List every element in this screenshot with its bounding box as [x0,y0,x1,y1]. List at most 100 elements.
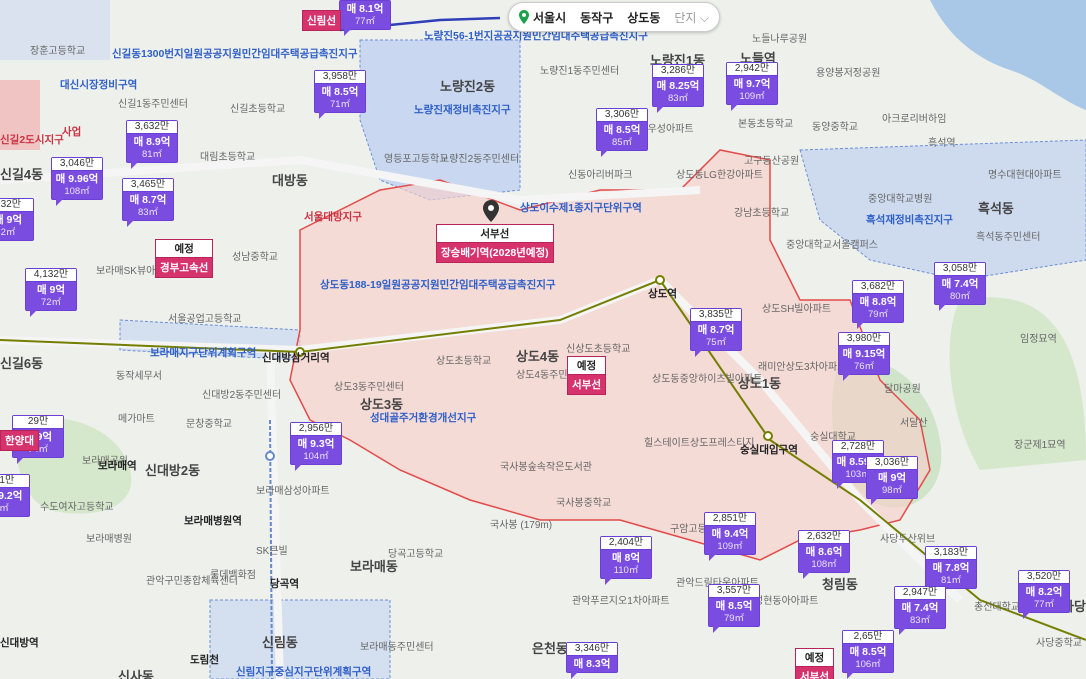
deal-price: 매 9.7억 [733,78,771,90]
unit-area: 2㎡ [0,226,16,238]
deal-price: 매 8.25억 [656,80,700,92]
transit-plan-tag[interactable]: 한양대 [0,430,39,451]
map-base-layer [0,0,1086,679]
price-marker[interactable]: 2,404만 매 8억 110㎡ [600,536,652,585]
price-marker[interactable]: 3,036만 매 9억 98㎡ [866,456,918,505]
price-per-pyeong: 2,851만 [705,513,755,526]
price-marker[interactable]: 3,046만 매 9.96억 108㎡ [51,157,103,206]
unit-area: 109㎡ [717,540,743,552]
price-marker[interactable]: 3,183만 매 7.8억 81㎡ [925,546,977,595]
price-per-pyeong: 3,958만 [315,71,365,84]
location-pin-dot [488,205,494,211]
tag-body: 서부선 [572,379,601,391]
price-marker[interactable]: 2,65만 매 8.5억 106㎡ [842,630,894,679]
unit-area: 83㎡ [667,92,689,104]
deal-price: 매 8.6억 [805,546,843,558]
price-marker[interactable]: 3,632만매 8.9억 81㎡ [126,120,178,169]
price-per-pyeong: 2,404만 [601,537,651,550]
transit-plan-tag[interactable]: 예정 서부선 [795,648,834,679]
deal-price: 매 8.5억 [849,646,887,658]
breadcrumb-complex[interactable]: 단지 ⌵ [674,9,709,26]
price-marker[interactable]: 3,835만매 8.7억 75㎡ [690,308,742,357]
unit-area: 80㎡ [949,290,971,302]
transit-plan-tag[interactable]: 예정 경부고속선 [155,239,214,278]
zone-singil2 [0,80,40,150]
station-dot-sindaebang[interactable] [295,347,305,357]
tag-body: 신림선 [307,15,336,27]
price-per-pyeong: 2,65만 [843,631,893,644]
deal-price: 매 8.8억 [859,296,897,308]
deal-price: 매 9억 [36,284,66,296]
zone-singil [0,0,110,60]
price-marker[interactable]: 2,947만매 7.4억 83㎡ [894,586,946,635]
deal-price: 매 7.4억 [941,278,979,290]
price-marker[interactable]: 4,132만 매 9억 72㎡ [25,268,77,317]
price-marker[interactable]: 2,632만 매 8.6억 108㎡ [798,530,850,579]
price-marker[interactable]: 3,980만 매 9.15억 76㎡ [838,332,890,381]
price-per-pyeong: 3,465만 [123,179,173,192]
price-marker[interactable]: 매 8.1억 77㎡ [339,0,391,36]
chevron-down-icon: ⌵ [699,10,709,25]
transit-plan-tag[interactable]: 서부선 장승배기역(2028년예정) [436,224,554,263]
unit-area: 79㎡ [723,612,745,624]
deal-price: 매 8.9억 [133,136,171,148]
han-river [930,0,1086,110]
price-per-pyeong: 3,346만 [567,643,617,656]
price-per-pyeong: 3,520만 [1019,571,1069,584]
price-per-pyeong: 3,682만 [853,281,903,294]
unit-area: 98㎡ [881,484,903,496]
price-per-pyeong: 3,286만 [653,65,703,78]
map-pin-icon [519,9,529,24]
cemetery-area [949,297,1086,470]
map-canvas[interactable]: 노량진2동노량진1동노들역대방동신길4동상도2동상도4동상도3동상도1동신대방2… [0,0,1086,679]
price-marker[interactable]: 3,520만 매 8.2억 77㎡ [1018,570,1070,619]
unit-area: 77㎡ [354,15,376,27]
price-marker[interactable]: 2,956만 매 9.3억 104㎡ [290,422,342,471]
price-per-pyeong: 2,956만 [291,423,341,436]
price-marker[interactable]: 2,942만 매 9.7억 109㎡ [726,62,778,111]
unit-area: ㎡ [0,502,9,514]
unit-area: 77㎡ [1033,598,1055,610]
price-marker[interactable]: 3,058만 매 7.4억 80㎡ [934,262,986,311]
transit-plan-tag[interactable]: 신림선 [302,10,341,31]
price-marker[interactable]: 3,557만 매 8.5억 79㎡ [708,584,760,633]
station-dot-sangdo[interactable] [655,275,665,285]
deal-price: 매 9.15억 [842,348,886,360]
price-marker[interactable]: 2,851만 매 9.4억 109㎡ [704,512,756,561]
breadcrumb-dong[interactable]: 상도동 [627,9,660,26]
price-per-pyeong: 2,632만 [799,531,849,544]
deal-price: 매 7.8억 [932,562,970,574]
deal-price: 매 9억 [0,214,23,226]
price-marker[interactable]: 21만매 9.2억㎡ [0,474,30,517]
breadcrumb-district[interactable]: 동작구 [580,9,613,26]
deal-price: 매 8.5억 [321,86,359,98]
price-marker[interactable]: 3,346만 매 8.3억 [566,642,618,678]
price-marker[interactable]: 3,958만 매 8.5억 71㎡ [314,70,366,119]
price-marker[interactable]: 3,682만 매 8.8억 79㎡ [852,280,904,329]
deal-price: 매 8.7억 [697,324,735,336]
unit-area: 81㎡ [141,148,163,160]
zone-heukseok [799,139,1086,281]
price-per-pyeong: 21만 [0,475,29,488]
price-per-pyeong: 3,632만 [127,121,177,134]
breadcrumb-city[interactable]: 서울시 [519,9,566,26]
price-per-pyeong: 3,835만 [691,309,741,322]
price-marker[interactable]: 3,306만 매 8.5억 85㎡ [596,108,648,157]
station-dot-boramae-hosp[interactable] [265,451,275,461]
price-per-pyeong: 3,306만 [597,109,647,122]
deal-price: 매 7.4억 [901,602,939,614]
unit-area: 83㎡ [909,614,931,626]
price-per-pyeong: 2,947만 [895,587,945,600]
tag-head: 예정 [568,357,605,375]
unit-area: 75㎡ [705,336,727,348]
price-marker[interactable]: 3,465만 매 8.7억 83㎡ [122,178,174,227]
station-dot-soongsil[interactable] [763,431,773,441]
price-marker[interactable]: 132만매 9억2㎡ [0,198,34,241]
tag-body: 한양대 [5,435,34,447]
price-per-pyeong: 2,942만 [727,63,777,76]
transit-plan-tag[interactable]: 예정서부선 [567,356,606,395]
unit-area: 83㎡ [137,206,159,218]
price-marker[interactable]: 3,286만매 8.25억 83㎡ [652,64,704,113]
price-per-pyeong: 3,980만 [839,333,889,346]
price-per-pyeong: 3,046만 [52,158,102,171]
